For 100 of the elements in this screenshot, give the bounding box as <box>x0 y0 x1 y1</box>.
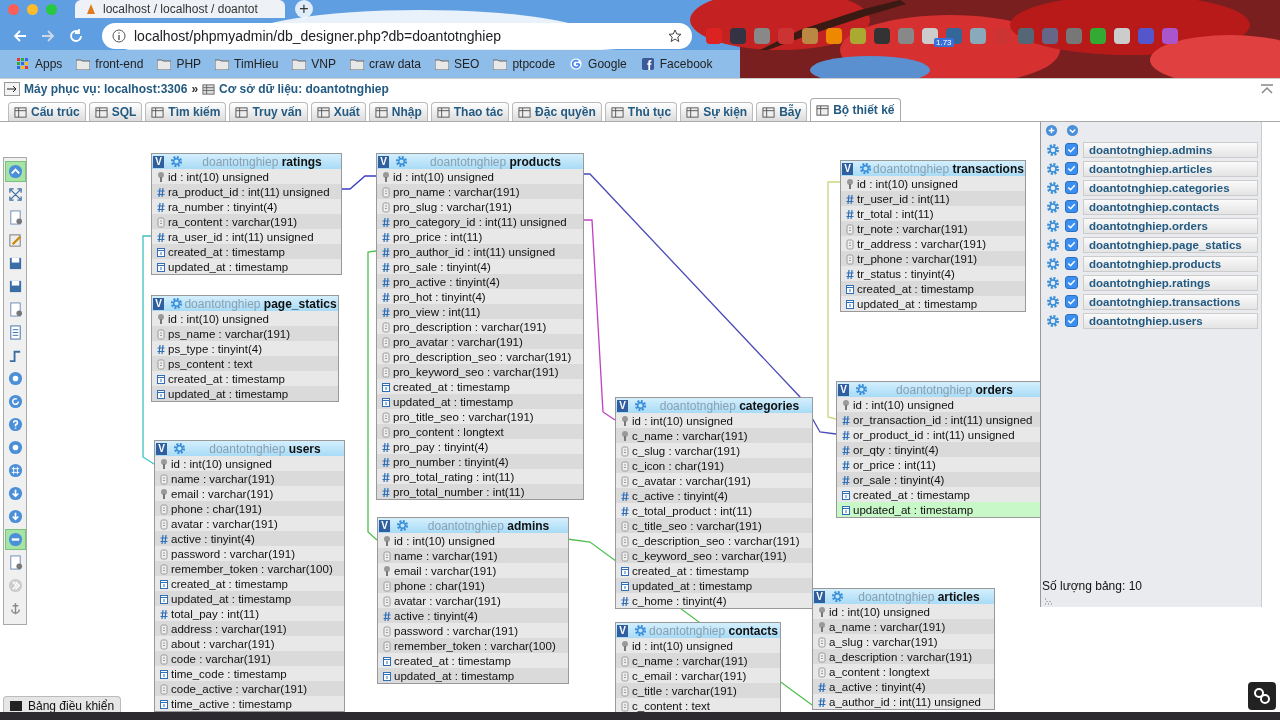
nav-tab[interactable]: Nhập <box>368 102 428 121</box>
extension-icon[interactable] <box>730 28 746 44</box>
checkbox[interactable] <box>1065 219 1078 232</box>
settings-icon[interactable] <box>1046 313 1060 328</box>
bookmark[interactable]: PHP <box>157 57 202 71</box>
field-row[interactable]: tr_user_id : int(11) <box>841 191 1025 206</box>
nav-tab[interactable]: Thao tác <box>430 102 510 121</box>
checkbox[interactable] <box>1065 314 1078 327</box>
field-row[interactable]: updated_at : timestamp <box>378 668 568 683</box>
settings-icon[interactable] <box>170 155 183 168</box>
field-row[interactable]: a_name : varchar(191) <box>813 619 994 634</box>
settings-icon[interactable] <box>634 624 647 637</box>
nav-tab[interactable]: Bẫy <box>756 102 808 121</box>
back-icon[interactable] <box>12 28 28 44</box>
nav-tab[interactable]: SQL <box>88 102 143 121</box>
nav-tab[interactable]: Xuất <box>310 102 366 121</box>
bookmark[interactable]: craw data <box>350 57 422 71</box>
field-row[interactable]: active : tinyint(4) <box>155 531 344 546</box>
field-row[interactable]: c_active : tinyint(4) <box>616 488 812 503</box>
nav-tab[interactable]: Truy vấn <box>229 102 308 121</box>
field-row[interactable]: a_active : tinyint(4) <box>813 679 994 694</box>
collapse-icon[interactable] <box>1260 83 1274 95</box>
toggle-button[interactable]: V <box>814 590 825 603</box>
extension-icon[interactable] <box>1090 28 1106 44</box>
extension-icon[interactable] <box>850 28 866 44</box>
field-row[interactable]: ra_product_id : int(11) unsigned <box>152 184 341 199</box>
field-row[interactable]: c_icon : char(191) <box>616 458 812 473</box>
table-link[interactable]: doantotnghiep.page_statics <box>1083 236 1258 253</box>
table-link[interactable]: doantotnghiep.transactions <box>1083 293 1258 310</box>
field-row[interactable]: pro_category_id : int(11) unsigned <box>377 214 583 229</box>
field-row[interactable]: code_active : varchar(191) <box>155 681 344 696</box>
field-row[interactable]: pro_number : tinyint(4) <box>377 454 583 469</box>
address-bar[interactable]: localhost/phpmyadmin/db_designer.php?db=doantotnghiep <box>102 23 692 49</box>
checkbox[interactable] <box>1065 238 1078 251</box>
field-row[interactable]: pro_name : varchar(191) <box>377 184 583 199</box>
settings-icon[interactable] <box>395 155 408 168</box>
settings-icon[interactable] <box>855 383 868 396</box>
settings-icon[interactable] <box>173 442 186 455</box>
field-row[interactable]: c_title_seo : varchar(191) <box>616 518 812 533</box>
extension-icon[interactable] <box>754 28 770 44</box>
reload-icon[interactable] <box>68 28 84 44</box>
resize-grip-icon[interactable] <box>1044 597 1054 605</box>
settings-icon[interactable] <box>1046 199 1060 214</box>
nav-tab[interactable]: Sự kiện <box>680 102 754 121</box>
extension-icon[interactable] <box>922 28 938 44</box>
chevron-circle-icon[interactable] <box>1066 124 1079 137</box>
settings-icon[interactable] <box>1046 218 1060 233</box>
field-row[interactable]: name : varchar(191) <box>155 471 344 486</box>
extension-icon[interactable] <box>802 28 818 44</box>
field-row[interactable]: pro_avatar : varchar(191) <box>377 334 583 349</box>
toggle-button[interactable]: V <box>842 162 853 175</box>
table-card[interactable]: V doantotnghiep articles id : int(10) unsigned a_name : varchar(191) a_slug : varchar(191) a_description : varchar(191) a_content : longtext a_active : tinyint(4) a_author_id : int(11) unsigned <box>812 588 995 710</box>
extension-icon[interactable] <box>826 28 842 44</box>
nav-tab[interactable]: Thủ tục <box>604 102 678 121</box>
checkbox[interactable] <box>1065 295 1078 308</box>
checkbox[interactable] <box>1065 143 1078 156</box>
settings-icon[interactable] <box>859 162 872 175</box>
server-link[interactable]: Máy phục vụ: localhost:3306 <box>24 82 188 96</box>
forward-icon[interactable] <box>40 28 56 44</box>
table-link[interactable]: doantotnghiep.users <box>1083 312 1258 329</box>
toolbar-button[interactable] <box>5 530 25 549</box>
table-card[interactable] <box>377 517 569 684</box>
table-link[interactable]: doantotnghiep.orders <box>1083 217 1258 234</box>
field-row[interactable]: updated_at : timestamp <box>152 386 338 401</box>
field-row[interactable]: phone : char(191) <box>378 578 568 593</box>
toggle-button[interactable]: V <box>156 442 167 455</box>
field-row[interactable]: pro_view : int(11) <box>377 304 583 319</box>
extension-icon[interactable] <box>1114 28 1130 44</box>
field-row[interactable]: pro_content : longtext <box>377 424 583 439</box>
settings-icon[interactable] <box>1046 180 1060 195</box>
plus-circle-icon[interactable] <box>1045 124 1058 137</box>
table-card[interactable] <box>840 160 1026 312</box>
checkbox[interactable] <box>1065 276 1078 289</box>
database-link[interactable]: Cơ sở dữ liệu: doantotnghiep <box>219 82 389 96</box>
field-row[interactable]: c_name : varchar(191) <box>616 653 780 668</box>
settings-icon[interactable] <box>831 590 844 603</box>
extension-icon[interactable] <box>874 28 890 44</box>
toggle-button[interactable]: V <box>617 624 628 637</box>
toggle-button[interactable]: V <box>378 155 389 168</box>
settings-icon[interactable] <box>1046 161 1060 176</box>
field-row[interactable]: updated_at : timestamp <box>837 502 1041 517</box>
toggle-button[interactable]: V <box>153 297 164 310</box>
table-link[interactable]: doantotnghiep.articles <box>1083 160 1258 177</box>
table-card[interactable] <box>615 397 813 609</box>
nav-tab[interactable]: Cấu trúc <box>8 102 86 121</box>
field-row[interactable]: ps_name : varchar(191) <box>152 326 338 341</box>
bookmark[interactable]: VNP <box>292 57 336 71</box>
toolbar-button[interactable] <box>5 162 25 181</box>
checkbox[interactable] <box>1065 181 1078 194</box>
field-row[interactable]: pro_active : tinyint(4) <box>377 274 583 289</box>
field-row[interactable]: tr_phone : varchar(191) <box>841 251 1025 266</box>
field-row[interactable]: a_description : varchar(191) <box>813 649 994 664</box>
field-row[interactable]: updated_at : timestamp <box>155 591 344 606</box>
field-row[interactable]: remember_token : varchar(100) <box>155 561 344 576</box>
field-row[interactable]: or_transaction_id : int(11) unsigned <box>837 412 1041 427</box>
table-link[interactable]: doantotnghiep.products <box>1083 255 1258 272</box>
field-row[interactable]: created_at : timestamp <box>152 244 341 259</box>
checkbox[interactable] <box>1065 162 1078 175</box>
settings-icon[interactable] <box>1046 294 1060 309</box>
field-row[interactable]: tr_note : varchar(191) <box>841 221 1025 236</box>
